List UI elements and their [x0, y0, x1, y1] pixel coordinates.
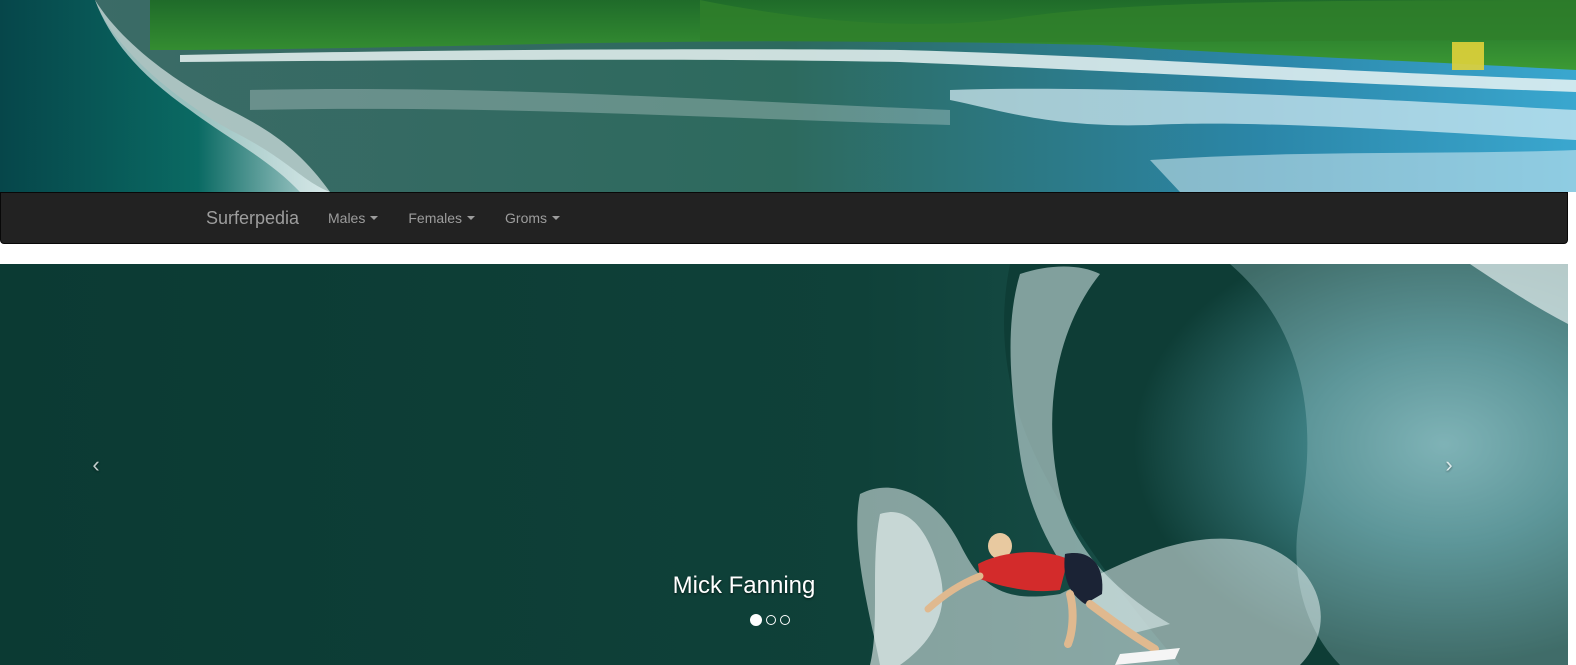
surfer-carousel: ‹ › Mick Fanning [0, 264, 1568, 665]
carousel-indicator-2[interactable] [766, 615, 776, 625]
nav-dropdown-males[interactable]: Males [313, 193, 393, 243]
top-navbar: Surferpedia Males Females Groms [0, 192, 1568, 244]
nav-dropdown-groms[interactable]: Groms [490, 193, 575, 243]
carousel-slide-image [0, 264, 1568, 665]
caret-down-icon [467, 216, 476, 220]
chevron-left-icon: ‹ [92, 452, 100, 477]
carousel-next-button[interactable]: › [1434, 450, 1464, 480]
caret-down-icon [552, 216, 561, 220]
carousel-indicator-1[interactable] [750, 614, 762, 626]
nav-item-label: Males [328, 210, 366, 226]
carousel-indicators [750, 614, 790, 626]
brand-link[interactable]: Surferpedia [206, 193, 299, 243]
nav-item-label: Groms [505, 210, 548, 226]
header-banner-image [0, 0, 1576, 192]
nav-item-label: Females [408, 210, 463, 226]
carousel-caption: Mick Fanning [672, 572, 816, 599]
carousel-prev-button[interactable]: ‹ [81, 450, 111, 480]
carousel-indicator-3[interactable] [780, 615, 790, 625]
nav-menu: Males Females Groms [313, 193, 575, 243]
nav-dropdown-females[interactable]: Females [393, 193, 490, 243]
caret-down-icon [370, 216, 379, 220]
chevron-right-icon: › [1445, 452, 1453, 477]
